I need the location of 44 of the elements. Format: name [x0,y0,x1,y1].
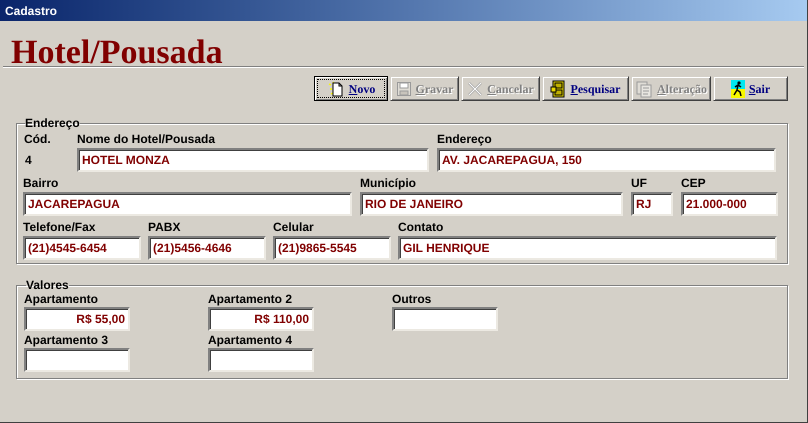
field-label: Município [360,176,417,190]
field-label: Outros [392,292,432,306]
field-label: Endereço [437,132,493,146]
text-field[interactable] [24,348,130,372]
running-figure-icon [730,80,745,98]
field-label: Contato [398,220,444,234]
text-field[interactable]: (21)4545-6454 [23,236,141,260]
field-label: Celular [273,220,315,234]
field-label: Apartamento 3 [24,333,110,347]
field-label: Nome do Hotel/Pousada [77,132,216,146]
text-field[interactable]: RJ [631,192,673,216]
page-heading: Hotel/Pousada [11,34,223,71]
toolbar-button[interactable]: Sair [713,76,788,101]
window-title: Cadastro [5,2,58,20]
field-label: Telefone/Fax [23,220,96,234]
toolbar-button[interactable]: Novo [314,76,388,101]
filing-cabinet-icon [550,80,566,98]
field-label: PABX [148,220,182,234]
field-label: Apartamento 4 [208,333,294,347]
text-field[interactable]: (21)9865-5545 [273,236,391,260]
field-label: CEP [681,176,707,190]
text-field[interactable]: RIO DE JANEIRO [360,192,623,216]
field-label: Bairro [23,176,60,190]
field-label: Apartamento 2 [208,292,294,306]
toolbar-button[interactable]: Pesquisar [542,76,629,101]
text-field[interactable]: (21)5456-4646 [148,236,266,260]
text-field[interactable] [392,307,498,331]
field-label: Apartamento [24,292,100,306]
text-field[interactable]: 21.000-000 [681,192,778,216]
field-label: Cód. [24,132,52,146]
text-field[interactable]: AV. JACAREPAGUA, 150 [437,148,776,172]
text-field[interactable]: R$ 55,00 [24,307,130,331]
text-field[interactable]: R$ 110,00 [208,307,314,331]
text-field[interactable]: GIL HENRIQUE [398,236,777,260]
code-value: 4 [24,152,33,169]
group-title: Valores [26,278,69,292]
text-field[interactable]: JACAREPAGUA [23,192,352,216]
text-field[interactable]: HOTEL MONZA [77,148,429,172]
group-title: Endereço [25,116,80,130]
field-label: UF [631,176,648,190]
text-field[interactable] [208,348,314,372]
page-icon [326,80,345,98]
documents-icon [635,80,653,98]
x-mark-icon [467,80,484,96]
